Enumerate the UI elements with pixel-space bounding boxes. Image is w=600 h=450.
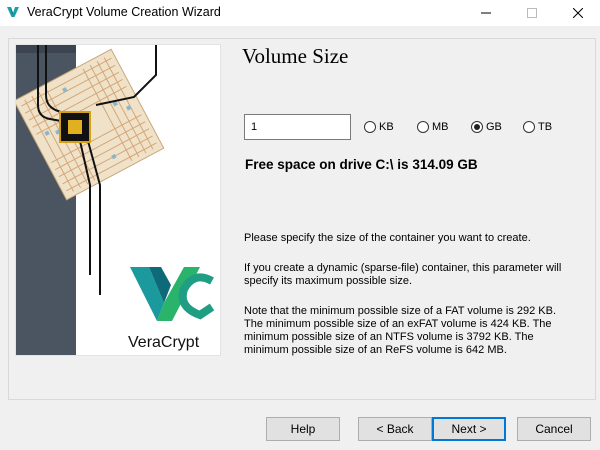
maximize-button[interactable] [509,0,555,26]
unit-radio-tb[interactable]: TB [523,121,552,133]
radio-circle-icon [364,121,376,133]
unit-label-mb: MB [432,121,449,133]
chip-illustration: VeraCrypt [16,45,215,355]
minimum-size-note: Note that the minimum possible size of a… [244,305,557,356]
instruction-text: Please specify the size of the container… [244,232,531,244]
radio-circle-icon [523,121,535,133]
page-title: Volume Size [242,44,349,68]
close-button[interactable] [555,0,600,26]
unit-label-kb: KB [379,121,394,133]
next-button[interactable]: Next > [432,417,506,441]
free-space-label: Free space on drive C:\ is 314.09 GB [245,157,478,172]
volume-size-input[interactable] [244,114,351,140]
veracrypt-icon [7,7,19,17]
unit-label-gb: GB [486,121,502,133]
unit-radio-gb[interactable]: GB [471,121,502,133]
unit-radio-mb[interactable]: MB [417,121,449,133]
unit-radio-kb[interactable]: KB [364,121,394,133]
radio-circle-icon [417,121,429,133]
back-button[interactable]: < Back [358,417,432,441]
help-button[interactable]: Help [266,417,340,441]
unit-label-tb: TB [538,121,553,133]
window-title: VeraCrypt Volume Creation Wizard [27,5,221,19]
minimize-icon [481,12,491,14]
minimize-button[interactable] [463,0,509,26]
cancel-button[interactable]: Cancel [517,417,591,441]
radio-selected-icon [471,121,483,133]
veracrypt-logo [130,267,215,321]
dynamic-container-note: If you create a dynamic (sparse-file) co… [244,262,562,287]
close-icon [573,8,583,18]
brand-name: VeraCrypt [128,334,200,351]
title-bar: VeraCrypt Volume Creation Wizard [0,0,600,26]
maximize-icon [527,8,537,18]
wizard-graphic: VeraCrypt [15,44,221,356]
